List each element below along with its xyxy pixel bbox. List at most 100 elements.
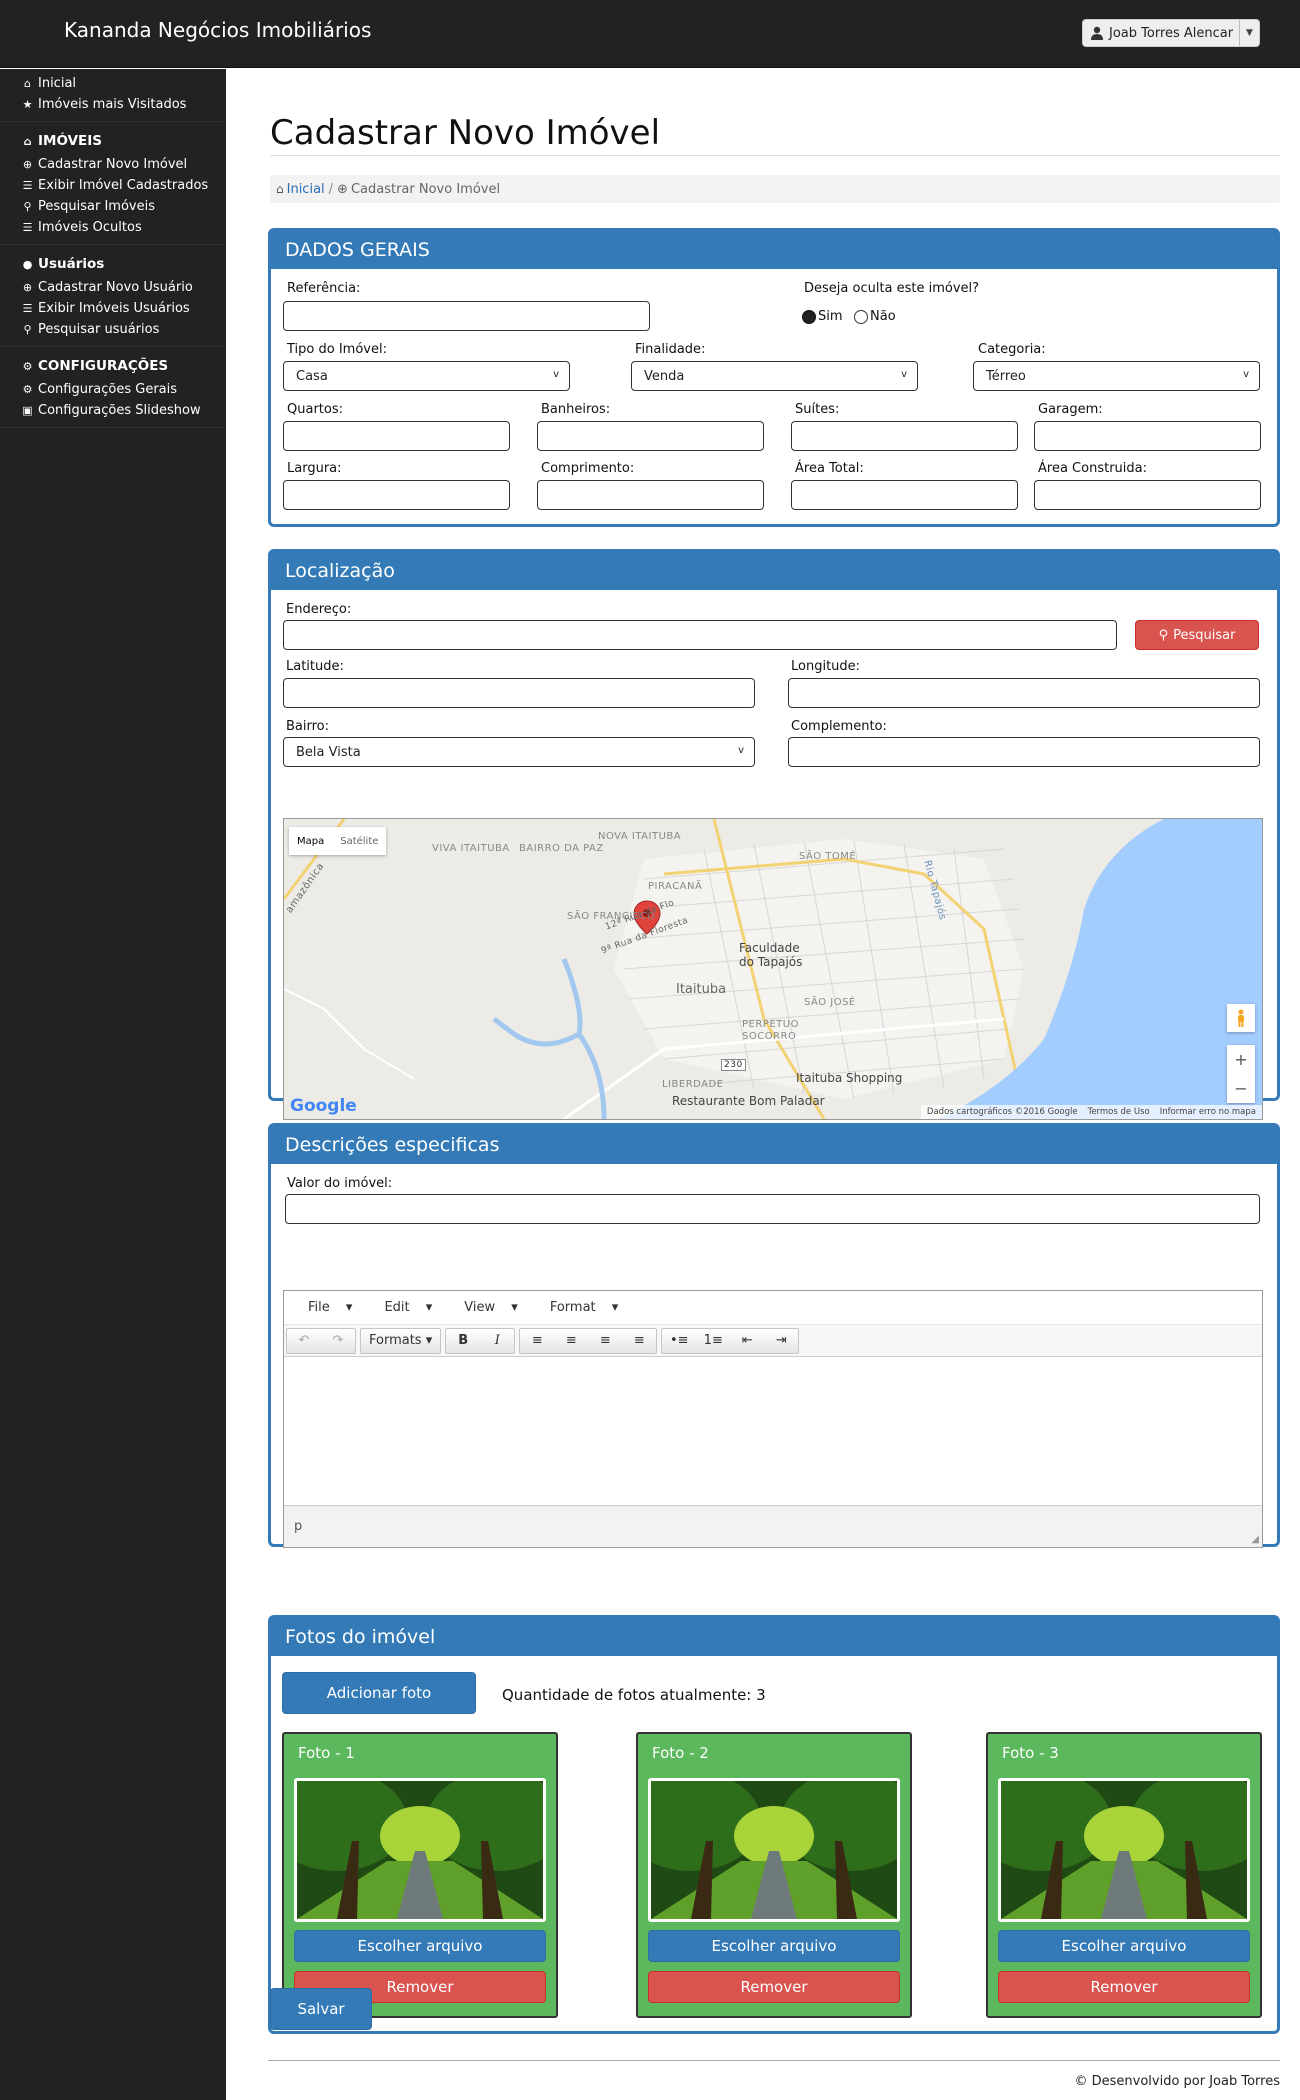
endereco-input[interactable] <box>283 620 1117 650</box>
sidebar-item-exibir-imoveis[interactable]: ☰ Exibir Imóvel Cadastrados <box>20 175 226 196</box>
undo-icon[interactable]: ↶ <box>287 1329 321 1353</box>
sidebar-item-pesquisar-usuarios[interactable]: ⚲ Pesquisar usuários <box>20 319 226 340</box>
sidebar-item-pesquisar-imoveis[interactable]: ⚲ Pesquisar Imóveis <box>20 196 226 217</box>
area-construida-label: Área Construida: <box>1038 461 1147 476</box>
editor-content-area[interactable] <box>284 1357 1262 1505</box>
street-view-pegman-icon[interactable] <box>1227 1004 1255 1032</box>
bullet-list-icon[interactable]: •≡ <box>662 1329 696 1353</box>
quartos-input[interactable] <box>283 421 510 451</box>
map-label: LIBERDADE <box>662 1079 724 1090</box>
longitude-input[interactable] <box>788 678 1260 708</box>
latitude-input[interactable] <box>283 678 755 708</box>
sidebar-item-label: Imóveis Ocultos <box>38 220 142 235</box>
sidebar-item-inicial[interactable]: ⌂ Inicial <box>20 73 226 94</box>
choose-file-button[interactable]: Escolher arquivo <box>294 1930 546 1962</box>
editor-menubar: File ▾ Edit ▾ View ▾ Format ▾ <box>284 1291 1262 1325</box>
map-report-link[interactable]: Informar erro no mapa <box>1160 1107 1256 1117</box>
italic-icon[interactable]: I <box>480 1329 514 1353</box>
map-type-toggle: Mapa Satélite <box>289 827 387 855</box>
bold-icon[interactable]: B <box>446 1329 480 1353</box>
zoom-out-button[interactable]: − <box>1227 1074 1255 1103</box>
chevron-down-icon[interactable]: ▼ <box>1239 20 1259 46</box>
zoom-in-button[interactable]: + <box>1227 1045 1255 1074</box>
choose-file-button[interactable]: Escolher arquivo <box>648 1930 900 1962</box>
breadcrumb-current-label: Cadastrar Novo Imóvel <box>350 181 501 197</box>
outdent-icon[interactable]: ⇤ <box>730 1329 764 1353</box>
breadcrumb-home-link[interactable]: ⌂ Inicial <box>276 182 325 197</box>
editor-menu-format[interactable]: Format ▾ <box>540 1300 618 1315</box>
categoria-select[interactable]: Térreo v <box>973 361 1260 391</box>
radio-nao-control[interactable] <box>854 309 868 324</box>
menu-label: Format <box>549 1300 596 1315</box>
map-label: PERPETUO <box>742 1019 799 1030</box>
sidebar-item-label: Configurações Slideshow <box>38 403 201 418</box>
google-logo: Google <box>290 1096 357 1116</box>
suites-input[interactable] <box>791 421 1018 451</box>
map-view[interactable]: Mapa Satélite VIVA ITAITUBA BAIRRO DA PA… <box>283 818 1263 1120</box>
plus-circle-icon: ⊕ <box>337 181 348 197</box>
pesquisar-button[interactable]: ⚲ Pesquisar <box>1135 620 1259 650</box>
photo-count-text: Quantidade de fotos atualmente: 3 <box>502 1686 766 1704</box>
radio-nao[interactable]: Não <box>854 309 896 324</box>
complemento-label: Complemento: <box>791 719 887 734</box>
bairro-label: Bairro: <box>286 719 330 734</box>
choose-file-button[interactable]: Escolher arquivo <box>998 1930 1250 1962</box>
align-right-icon[interactable]: ≡ <box>588 1329 622 1353</box>
sidebar-group-usuarios: ● Usuários ⊕ Cadastrar Novo Usuário ☰ Ex… <box>0 247 226 347</box>
referencia-input[interactable] <box>283 301 650 331</box>
area-total-input[interactable] <box>791 480 1018 510</box>
map-type-satellite-button[interactable]: Satélite <box>332 827 386 855</box>
panel-title: Descrições especificas <box>271 1126 1277 1164</box>
editor-menu-edit[interactable]: Edit ▾ <box>374 1300 432 1315</box>
photo-card: Foto - 2 Escolher arquivo Remover <box>636 1732 912 2018</box>
sidebar-item-cadastrar-usuario[interactable]: ⊕ Cadastrar Novo Usuário <box>20 277 226 298</box>
area-construida-input[interactable] <box>1034 480 1261 510</box>
indent-icon[interactable]: ⇥ <box>764 1329 798 1353</box>
sidebar-item-mais-visitados[interactable]: ★ Imóveis mais Visitados <box>20 94 226 115</box>
map-type-map-button[interactable]: Mapa <box>289 827 332 855</box>
garagem-input[interactable] <box>1034 421 1261 451</box>
align-justify-icon[interactable]: ≡ <box>622 1329 656 1353</box>
sidebar-item-imoveis-ocultos[interactable]: ☰ Imóveis Ocultos <box>20 217 226 238</box>
align-left-icon[interactable]: ≡ <box>520 1329 554 1353</box>
add-photo-button[interactable]: Adicionar foto <box>282 1672 476 1714</box>
editor-menu-view[interactable]: View ▾ <box>454 1300 518 1315</box>
numbered-list-icon[interactable]: 1≡ <box>696 1329 730 1353</box>
editor-menu-file[interactable]: File ▾ <box>298 1300 352 1315</box>
ocultar-label: Deseja oculta este imóvel? <box>804 281 980 296</box>
user-menu-button[interactable]: Joab Torres Alencar ▼ <box>1082 19 1260 47</box>
radio-sim[interactable]: Sim <box>802 309 843 324</box>
finalidade-label: Finalidade: <box>635 342 706 357</box>
map-terms-link[interactable]: Termos de Uso <box>1088 1107 1150 1117</box>
remove-photo-button[interactable]: Remover <box>998 1971 1250 2003</box>
search-icon: ⚲ <box>23 323 32 336</box>
align-center-icon[interactable]: ≡ <box>554 1329 588 1353</box>
sidebar-item-configuracoes-gerais[interactable]: ⚙ Configurações Gerais <box>20 379 226 400</box>
valor-imovel-input[interactable] <box>285 1194 1260 1224</box>
redo-icon[interactable]: ↷ <box>321 1329 355 1353</box>
sidebar-item-exibir-usuarios[interactable]: ☰ Exibir Imóveis Usuários <box>20 298 226 319</box>
remove-photo-button[interactable]: Remover <box>648 1971 900 2003</box>
user-name: Joab Torres Alencar <box>1109 25 1234 41</box>
menu-label: File <box>308 1300 330 1315</box>
sidebar-item-label: Cadastrar Novo Usuário <box>38 280 193 295</box>
comprimento-input[interactable] <box>537 480 764 510</box>
sidebar-item-cadastrar-imovel[interactable]: ⊕ Cadastrar Novo Imóvel <box>20 154 226 175</box>
bairro-select[interactable]: Bela Vista v <box>283 737 755 767</box>
panel-localizacao: Localização Endereço: ⚲ Pesquisar Latitu… <box>268 549 1280 1120</box>
resize-handle-icon[interactable]: ◢ <box>1251 1534 1259 1545</box>
largura-input[interactable] <box>283 480 510 510</box>
photo-thumbnail <box>648 1778 900 1922</box>
formats-dropdown[interactable]: Formats ▾ <box>361 1329 440 1353</box>
toolbar-group-history: ↶ ↷ <box>286 1327 356 1354</box>
complemento-input[interactable] <box>788 737 1260 767</box>
sidebar-heading-usuarios: ● Usuários <box>20 251 226 277</box>
save-button[interactable]: Salvar <box>270 1988 372 2030</box>
finalidade-select[interactable]: Venda v <box>631 361 918 391</box>
add-photo-label: Adicionar foto <box>326 1684 432 1702</box>
radio-sim-control[interactable] <box>802 309 816 324</box>
brand-title[interactable]: Kananda Negócios Imobiliários <box>64 18 371 42</box>
tipo-imovel-select[interactable]: Casa v <box>283 361 570 391</box>
sidebar-item-configuracoes-slideshow[interactable]: ▣ Configurações Slideshow <box>20 400 226 421</box>
banheiros-input[interactable] <box>537 421 764 451</box>
